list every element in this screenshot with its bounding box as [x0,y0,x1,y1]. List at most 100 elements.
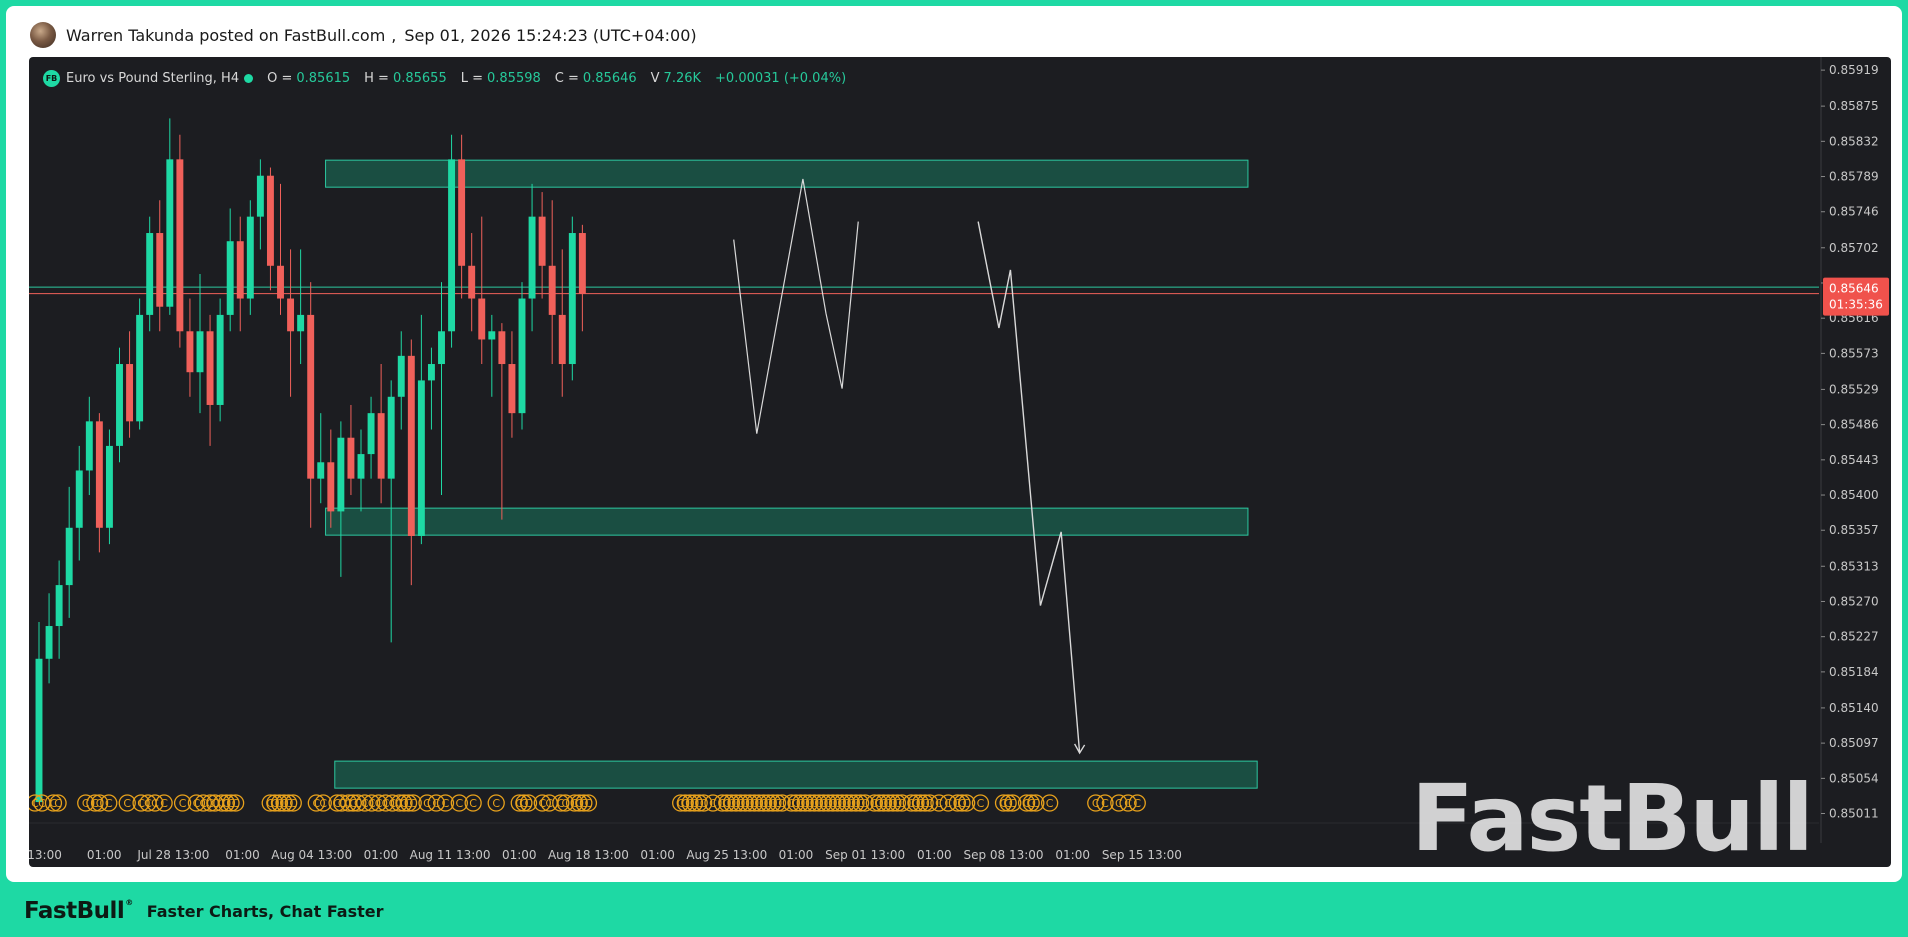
y-tick-label: 0.85529 [1829,382,1879,396]
close-label: C = [554,70,579,86]
candle-body [427,364,435,381]
candle-body [297,314,305,332]
low-label: L = [460,70,483,86]
economic-event-marker-label: C [232,797,240,810]
projection-path [977,221,1081,753]
candle-body [488,331,496,340]
post-separator: , [391,25,397,45]
footer-slogan: Faster Charts, Chat Faster [146,901,384,921]
x-tick-label: 01:00 [779,848,814,862]
economic-event-marker-label: C [442,797,450,810]
economic-event-marker-label: C [492,797,500,810]
candle-body [266,175,274,266]
y-tick-label: 0.85184 [1829,665,1879,679]
candle-body [146,233,154,315]
y-tick-label: 0.85097 [1829,736,1879,750]
candle-body [548,265,556,315]
candle-body [337,437,345,512]
post-author[interactable]: Warren Takunda posted on FastBull.com [66,26,385,45]
candle-body [45,626,53,659]
x-tick-label: 01:00 [640,848,675,862]
fastbull-watermark: FastBull [1411,765,1814,867]
chart-canvas[interactable]: 0.85919 0.85875 0.85832 0.85789 0.85746 0.857… [29,57,1891,867]
candle-body [176,159,184,332]
candle-body [136,314,144,422]
candle-body [126,364,134,422]
candle-body [95,421,103,528]
candle-body [317,462,325,479]
live-status-icon [244,73,254,83]
candle-body [568,233,576,365]
candle-body [186,331,194,373]
y-tick-label: 0.85875 [1829,99,1879,113]
economic-event-marker-label: C [977,797,985,810]
candle-body [558,314,566,365]
x-tick-label: 01:00 [364,848,399,862]
candle-body [528,216,536,299]
candle-body [417,380,425,536]
candle-body [196,331,204,373]
candle-body [478,298,486,340]
candle-body [518,298,526,414]
candle-body [277,265,284,299]
x-tick-label: 01:00 [87,848,122,862]
economic-event-marker-label: C [1101,797,1109,810]
author-avatar[interactable] [30,22,56,48]
candle-body [377,413,385,479]
post-header: Warren Takunda posted on FastBull.com , … [30,20,697,50]
y-tick-label: 0.85270 [1829,594,1879,608]
post-card: Warren Takunda posted on FastBull.com , … [6,6,1902,882]
low-value: 0.85598 [487,70,541,86]
fastbull-badge-icon: FB [43,69,60,87]
economic-event-marker-label: C [1046,797,1054,810]
economic-event-marker-label: C [54,797,62,810]
change-value: +0.00031 (+0.04%) [715,70,847,86]
economic-event-marker-label: C [409,797,417,810]
x-tick-label: Sep 15 13:00 [1102,848,1182,862]
candle-body [367,413,375,455]
y-tick-label: 0.85746 [1829,205,1879,219]
x-tick-label: Jul 28 13:00 [136,848,209,862]
x-tick-label: Aug 04 13:00 [271,848,352,862]
candle-body [327,462,335,512]
candle-body [438,331,445,365]
candle-body [458,159,466,266]
candle-body [166,159,174,307]
y-tick-label: 0.85702 [1829,241,1879,255]
y-tick-label: 0.85789 [1829,170,1879,184]
footer-logo-text: FastBull [24,898,125,924]
symbol-label[interactable]: Euro vs Pound Sterling, H4 [66,71,239,86]
post-timestamp: Sep 01, 2026 15:24:23 (UTC+04:00) [404,25,697,45]
candle-body [498,331,506,365]
candle-body [55,585,63,627]
volume-label: V [650,70,660,86]
candle-body [105,445,113,528]
candle-body [578,233,586,294]
y-tick-label: 0.85227 [1829,630,1879,644]
y-tick-label: 0.85054 [1829,771,1879,785]
economic-event-marker-label: C [289,797,297,810]
economic-event-marker-label: C [160,797,168,810]
economic-event-marker-label: C [1009,797,1017,810]
candle-body [508,364,516,414]
y-tick-label: 0.85140 [1829,701,1879,715]
x-tick-label: Aug 25 13:00 [686,848,767,862]
candle-body [387,396,395,479]
y-tick-label: 0.85357 [1829,523,1879,537]
candle-body [307,314,315,479]
x-tick-label: 01:00 [1055,848,1090,862]
x-tick-label: 01:00 [225,848,260,862]
candle-body [246,216,254,299]
candle-body [85,421,93,471]
y-tick-label: 0.85832 [1829,134,1879,148]
x-tick-label: Aug 18 13:00 [548,848,629,862]
economic-event-marker-label: C [1133,797,1141,810]
candle-body [256,175,264,217]
footer-logo[interactable]: FastBull® [24,898,133,924]
economic-event-marker-label: C [319,797,327,810]
candle-body [206,331,214,405]
support-resistance-zone [334,760,1258,789]
economic-event-marker-label: C [123,797,131,810]
price-chart[interactable]: 0.85919 0.85875 0.85832 0.85789 0.85746 0.857… [29,57,1891,867]
open-value: 0.85615 [296,70,351,86]
